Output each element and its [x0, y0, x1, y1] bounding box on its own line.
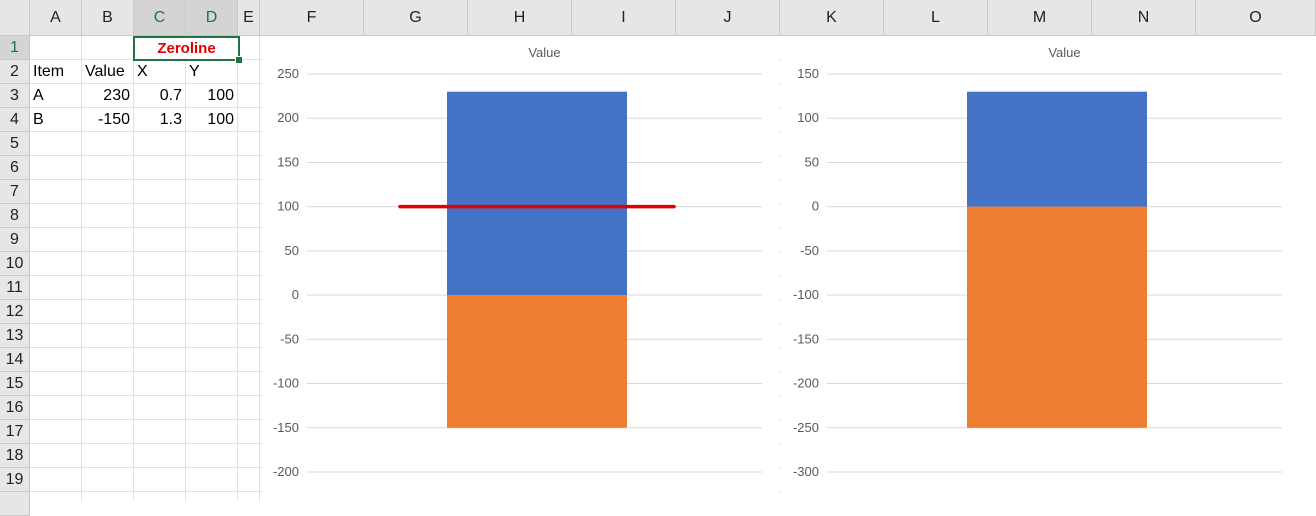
header-cell-x[interactable]: X	[134, 60, 186, 84]
bar-series-2[interactable]	[447, 295, 627, 428]
row-header-1[interactable]: 1	[0, 36, 30, 60]
row-header-9[interactable]: 9	[0, 228, 30, 252]
y-tick-label: 150	[277, 154, 299, 169]
data-cell-y[interactable]: 100	[186, 108, 238, 132]
data-cell-x[interactable]: 0.7	[134, 84, 186, 108]
row-header-13[interactable]: 13	[0, 324, 30, 348]
y-tick-label: 50	[805, 154, 819, 169]
row-header-2[interactable]: 2	[0, 60, 30, 84]
bar-series-2[interactable]	[967, 206, 1147, 428]
bar-series-1[interactable]	[967, 91, 1147, 207]
chart-title: Value	[1048, 45, 1080, 60]
header-cell-y[interactable]: Y	[186, 60, 238, 84]
y-tick-label: 0	[812, 199, 819, 214]
data-cell-x[interactable]: 1.3	[134, 108, 186, 132]
y-tick-label: -100	[793, 287, 819, 302]
column-header-k[interactable]: K	[780, 0, 884, 36]
y-tick-label: -150	[793, 331, 819, 346]
column-header-l[interactable]: L	[884, 0, 988, 36]
chart-svg: Value -200 -150 -100 -50 0 50 100 150 200 250	[273, 45, 762, 479]
column-header-g[interactable]: G	[364, 0, 468, 36]
data-cell-y[interactable]: 100	[186, 84, 238, 108]
chart-svg: Value -300 -250 -200 -150 -100 -50 0 50 100 150	[793, 45, 1282, 479]
row-header-partial[interactable]	[0, 492, 30, 516]
chart-right[interactable]: Value -300 -250 -200 -150 -100 -50 0 50 100 150	[782, 36, 1316, 501]
column-header-m[interactable]: M	[988, 0, 1092, 36]
row-header-15[interactable]: 15	[0, 372, 30, 396]
gridline-vertical	[259, 36, 260, 501]
bar-series-1[interactable]	[447, 91, 627, 296]
column-header-b[interactable]: B	[82, 0, 134, 36]
column-header-c[interactable]: C	[134, 0, 186, 36]
y-tick-label: -200	[793, 376, 819, 391]
row-header-3[interactable]: 3	[0, 84, 30, 108]
header-cell-value[interactable]: Value	[82, 60, 134, 84]
column-header-f[interactable]: F	[260, 0, 364, 36]
select-all-corner[interactable]	[0, 0, 30, 36]
row-header-4[interactable]: 4	[0, 108, 30, 132]
column-header-a[interactable]: A	[30, 0, 82, 36]
y-tick-label: 100	[797, 110, 819, 125]
y-tick-label: -300	[793, 464, 819, 479]
row-header-12[interactable]: 12	[0, 300, 30, 324]
y-tick-label: -100	[273, 376, 299, 391]
row-header-8[interactable]: 8	[0, 204, 30, 228]
column-header-d[interactable]: D	[186, 0, 238, 36]
row-header-7[interactable]: 7	[0, 180, 30, 204]
row-header-18[interactable]: 18	[0, 444, 30, 468]
zeroline-label[interactable]: Zeroline	[135, 37, 238, 61]
data-cell-item[interactable]: B	[30, 108, 82, 132]
column-header-n[interactable]: N	[1092, 0, 1196, 36]
y-tick-label: 200	[277, 110, 299, 125]
row-header-14[interactable]: 14	[0, 348, 30, 372]
y-tick-label: -200	[273, 464, 299, 479]
row-header-19[interactable]: 19	[0, 468, 30, 492]
row-header-5[interactable]: 5	[0, 132, 30, 156]
chart-title: Value	[528, 45, 560, 60]
row-header-6[interactable]: 6	[0, 156, 30, 180]
data-cell-value[interactable]: -150	[82, 108, 134, 132]
data-cell-item[interactable]: A	[30, 84, 82, 108]
column-header-h[interactable]: H	[468, 0, 572, 36]
y-tick-label: -150	[273, 420, 299, 435]
chart-left[interactable]: Value -200 -150 -100 -50 0 50 100 150 200 250	[262, 36, 780, 501]
row-header-11[interactable]: 11	[0, 276, 30, 300]
row-header-16[interactable]: 16	[0, 396, 30, 420]
y-tick-label: 150	[797, 66, 819, 81]
y-tick-label: -250	[793, 420, 819, 435]
column-header-j[interactable]: J	[676, 0, 780, 36]
row-header-10[interactable]: 10	[0, 252, 30, 276]
y-tick-label: 50	[285, 243, 299, 258]
data-cell-value[interactable]: 230	[82, 84, 134, 108]
column-header-e[interactable]: E	[238, 0, 260, 36]
y-tick-label: 0	[292, 287, 299, 302]
column-header-i[interactable]: I	[572, 0, 676, 36]
row-header-17[interactable]: 17	[0, 420, 30, 444]
y-tick-label: -50	[800, 243, 819, 258]
y-tick-label: 100	[277, 199, 299, 214]
header-cell-item[interactable]: Item	[30, 60, 82, 84]
column-header-o[interactable]: O	[1196, 0, 1316, 36]
y-tick-label: 250	[277, 66, 299, 81]
y-tick-label: -50	[280, 331, 299, 346]
